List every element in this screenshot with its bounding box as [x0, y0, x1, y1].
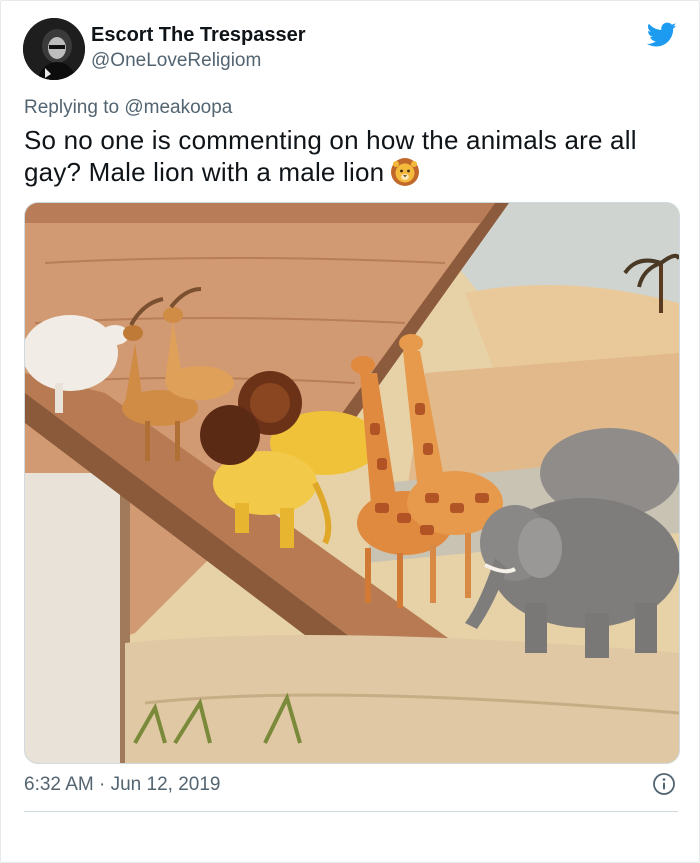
tweet-time[interactable]: 6:32 AM [24, 774, 94, 795]
tweet-body: So no one is commenting on how the anima… [24, 125, 637, 187]
display-name[interactable]: Escort The Trespasser [91, 22, 306, 48]
reply-prefix: Replying to [24, 97, 120, 118]
tweet-header: Escort The Trespasser @OneLoveReligiom [23, 18, 679, 82]
tweet-date[interactable]: Jun 12, 2019 [111, 774, 221, 795]
tweet-footer: 6:32 AM · Jun 12, 2019 [24, 772, 678, 798]
footer-divider [24, 811, 678, 812]
tweet-image[interactable] [24, 202, 680, 764]
twitter-bird-icon[interactable] [646, 22, 677, 48]
user-handle[interactable]: @OneLoveReligiom [91, 48, 306, 74]
reply-mention[interactable]: @meakoopa [124, 97, 232, 118]
info-icon[interactable] [652, 772, 676, 796]
avatar[interactable] [23, 18, 85, 80]
lion-face-icon [390, 157, 420, 187]
replying-to: Replying to @meakoopa [24, 95, 232, 121]
tweet-text: So no one is commenting on how the anima… [24, 124, 674, 188]
tweet-card: Escort The Trespasser @OneLoveReligiom R… [0, 0, 700, 863]
time-separator: · [99, 774, 106, 795]
author-names: Escort The Trespasser @OneLoveReligiom [91, 22, 306, 74]
